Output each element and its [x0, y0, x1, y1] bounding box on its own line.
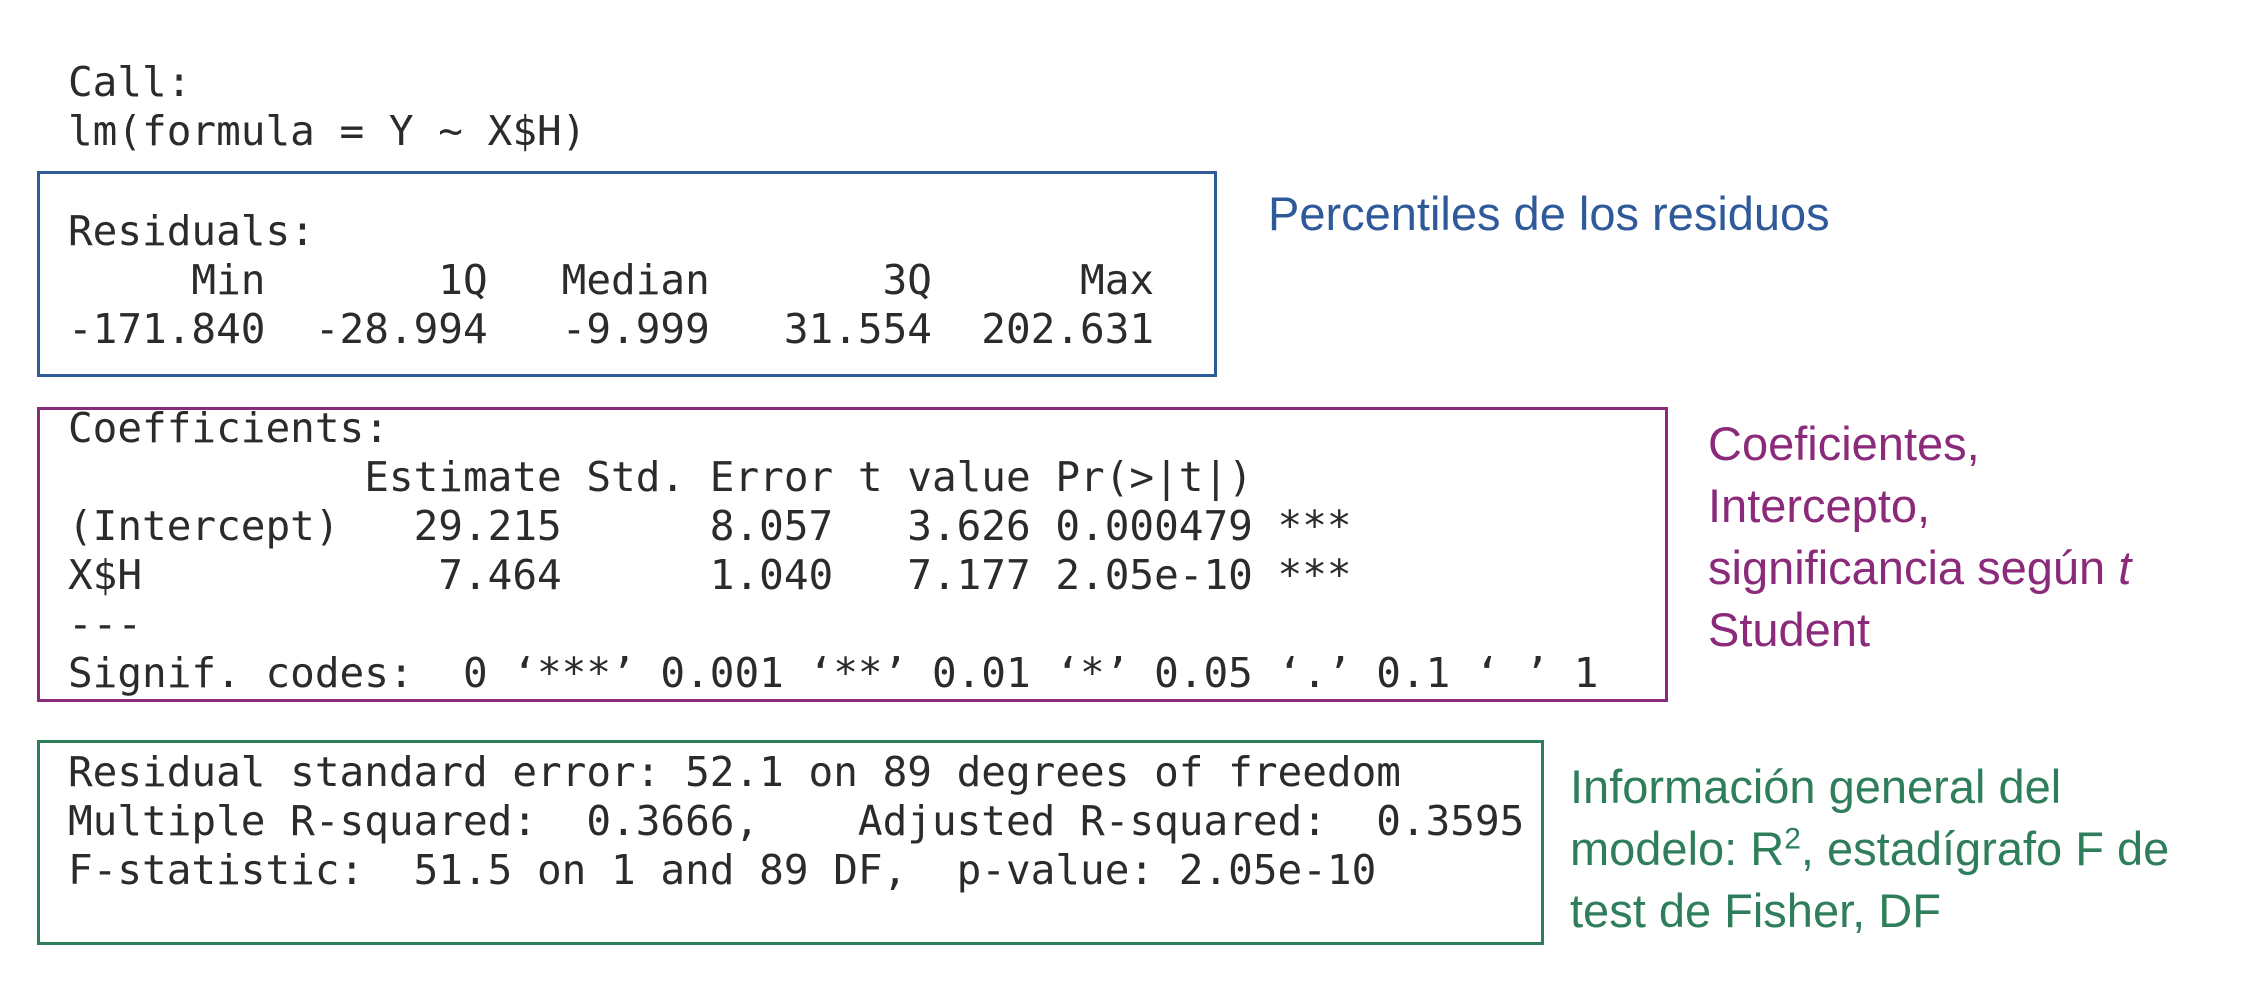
- coefficients-separator: ---: [68, 600, 143, 648]
- residuals-annotation: Percentiles de los residuos: [1268, 187, 1830, 240]
- general-annotation-superscript: 2: [1784, 822, 1801, 856]
- coefficients-row-intercept: (Intercept) 29.215 8.057 3.626 0.000479 …: [68, 502, 1352, 550]
- residuals-label: Residuals:: [68, 207, 315, 255]
- residuals-header: Min 1Q Median 3Q Max: [68, 256, 1155, 304]
- coefficients-annotation-line3: significancia según t: [1708, 537, 2131, 599]
- signif-codes: Signif. codes: 0 ‘***’ 0.001 ‘**’ 0.01 ‘…: [68, 649, 1599, 697]
- coefficients-row-xh: X$H 7.464 1.040 7.177 2.05e-10 ***: [68, 551, 1352, 599]
- residual-standard-error: Residual standard error: 52.1 on 89 degr…: [68, 748, 1401, 796]
- residuals-values: -171.840 -28.994 -9.999 31.554 202.631: [68, 305, 1155, 353]
- general-annotation-line1: Información general del: [1570, 760, 2062, 813]
- r-squared-line: Multiple R-squared: 0.3666, Adjusted R-s…: [68, 797, 1525, 845]
- coefficients-annotation-line1: Coeficientes,: [1708, 417, 1980, 470]
- coefficients-annotation-line4: Student: [1708, 603, 1871, 656]
- coefficients-annotation-t: t: [2118, 541, 2132, 594]
- general-info-annotation: Información general del modelo: R2, esta…: [1570, 756, 2169, 942]
- call-formula: lm(formula = Y ~ X$H): [68, 107, 587, 155]
- f-statistic-line: F-statistic: 51.5 on 1 and 89 DF, p-valu…: [68, 846, 1377, 894]
- general-annotation-line2-suffix: , estadígrafo F de: [1800, 822, 2170, 875]
- general-annotation-line3: test de Fisher, DF: [1570, 884, 1941, 937]
- coefficients-annotation-line3-prefix: significancia según: [1708, 541, 2119, 594]
- coefficients-header: Estimate Std. Error t value Pr(>|t|): [68, 453, 1253, 501]
- coefficients-annotation: Coeficientes, Intercepto, significancia …: [1708, 413, 2131, 661]
- general-annotation-line2: modelo: R2, estadígrafo F de: [1570, 818, 2169, 880]
- call-label: Call:: [68, 58, 192, 106]
- coefficients-label: Coefficients:: [68, 404, 389, 452]
- general-annotation-line2-prefix: modelo: R: [1570, 822, 1785, 875]
- coefficients-annotation-line2: Intercepto,: [1708, 479, 1931, 532]
